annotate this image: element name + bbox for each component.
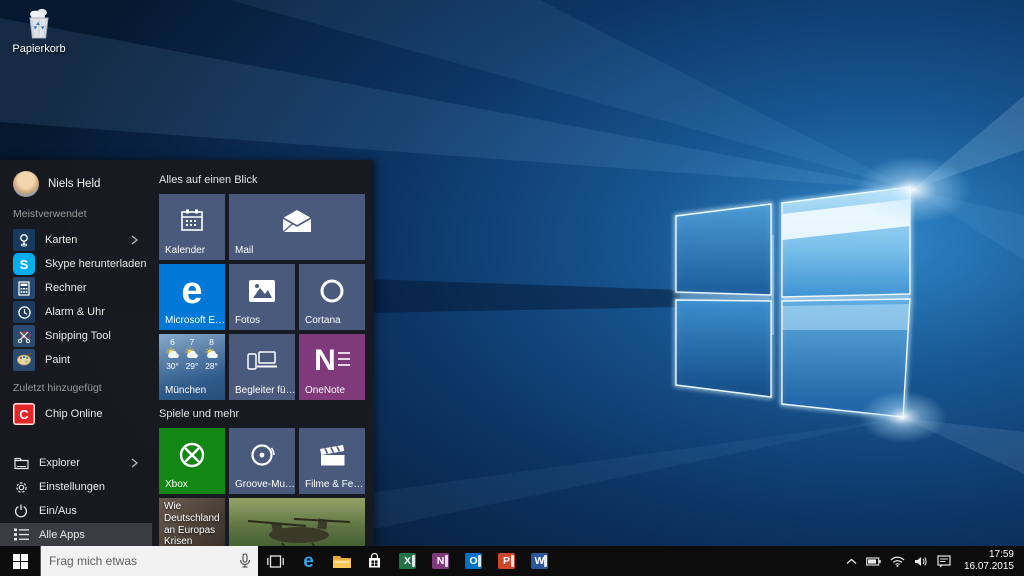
calendar-icon	[159, 194, 225, 248]
photos-icon	[229, 264, 295, 318]
news-headline: Wie Deutschland an Europas Krisen verdie…	[164, 501, 221, 546]
start-button[interactable]	[0, 546, 40, 576]
menu-item-alarm[interactable]: Alarm & Uhr	[13, 300, 152, 324]
start-menu-left-column: Niels Held Meistverwendet Karten S Skype…	[0, 160, 152, 546]
recycle-bin-label: Papierkorb	[6, 43, 72, 55]
skype-icon: S	[13, 253, 35, 275]
gear-icon	[13, 480, 29, 495]
helicopter-photo	[229, 498, 365, 546]
battery-icon[interactable]	[866, 557, 881, 566]
menu-item-power[interactable]: Ein/Aus	[13, 499, 152, 523]
taskbar: e X N O P W	[0, 546, 1024, 576]
taskbar-powerpoint[interactable]: P	[490, 546, 523, 576]
all-apps-icon	[13, 528, 29, 541]
windows-desktop: Papierkorb Niels Held Meistverwendet Kar…	[0, 0, 1024, 576]
sun-cloud-icon	[204, 347, 220, 360]
menu-item-chip-online[interactable]: C Chip Online	[13, 402, 152, 426]
taskbar-clock[interactable]: 17:59 16.07.2015	[964, 549, 1014, 574]
tile-kalender[interactable]: Kalender	[159, 194, 225, 260]
maps-icon	[13, 229, 35, 251]
volume-icon[interactable]	[914, 556, 928, 567]
tile-weather-muenchen[interactable]: 6 30° 7 29° 8 28°	[159, 334, 225, 400]
user-name: Niels Held	[48, 178, 100, 190]
tile-section-header-2: Spiele und mehr	[159, 408, 365, 422]
tile-filme[interactable]: Filme & Ferns...	[299, 428, 365, 494]
tile-groove-musik[interactable]: Groove-Musik	[229, 428, 295, 494]
search-input[interactable]	[41, 553, 231, 569]
word-icon: W	[531, 553, 548, 569]
calculator-icon	[13, 277, 35, 299]
powerpoint-icon: P	[498, 553, 515, 569]
section-recently-added: Zuletzt hinzugefügt	[13, 382, 152, 396]
menu-item-skype[interactable]: S Skype herunterladen	[13, 252, 152, 276]
wifi-icon[interactable]	[890, 556, 905, 567]
phone-laptop-icon	[229, 334, 295, 388]
task-view-button[interactable]	[258, 546, 292, 576]
clapperboard-icon	[299, 428, 365, 482]
menu-item-einstellungen[interactable]: Einstellungen	[13, 475, 152, 499]
start-menu: Niels Held Meistverwendet Karten S Skype…	[0, 160, 374, 546]
edge-icon: e	[303, 552, 314, 571]
excel-icon: X	[399, 553, 416, 569]
chip-online-icon: C	[13, 403, 35, 425]
taskbar-store[interactable]	[358, 546, 391, 576]
onenote-icon: N	[432, 553, 449, 569]
taskbar-edge[interactable]: e	[292, 546, 325, 576]
outlook-icon: O	[465, 553, 482, 569]
scissors-icon	[13, 325, 35, 347]
microphone-icon[interactable]	[239, 553, 251, 569]
tile-microsoft-edge[interactable]: e Microsoft Edge	[159, 264, 225, 330]
tile-section-header-1: Alles auf einen Blick	[159, 174, 365, 188]
sun-cloud-icon	[184, 347, 200, 360]
user-avatar	[13, 171, 39, 197]
tray-expand-chevron[interactable]	[846, 558, 857, 565]
chevron-right-icon	[131, 235, 138, 245]
tile-cortana[interactable]: Cortana	[299, 264, 365, 330]
tile-xbox[interactable]: Xbox	[159, 428, 225, 494]
folder-icon	[333, 554, 351, 568]
recycle-bin[interactable]: Papierkorb	[6, 6, 72, 55]
weather-forecast: 6 30° 7 29° 8 28°	[163, 337, 221, 371]
taskbar-word[interactable]: W	[523, 546, 556, 576]
taskbar-file-explorer[interactable]	[325, 546, 358, 576]
menu-item-alle-apps[interactable]: Alle Apps	[0, 523, 152, 546]
menu-item-snipping-tool[interactable]: Snipping Tool	[13, 324, 152, 348]
search-box[interactable]	[40, 546, 258, 576]
clock-date: 16.07.2015	[964, 561, 1014, 574]
tile-onenote[interactable]: N OneNote	[299, 334, 365, 400]
user-account[interactable]: Niels Held	[13, 170, 152, 198]
paint-palette-icon	[13, 349, 35, 371]
edge-icon: e	[159, 264, 225, 318]
taskbar-onenote[interactable]: N	[424, 546, 457, 576]
mail-icon	[229, 194, 365, 248]
store-bag-icon	[367, 553, 382, 569]
recycle-bin-icon	[6, 6, 72, 42]
menu-item-explorer[interactable]: Explorer	[13, 451, 152, 475]
power-icon	[13, 504, 29, 518]
menu-item-rechner[interactable]: Rechner	[13, 276, 152, 300]
taskbar-excel[interactable]: X	[391, 546, 424, 576]
groove-icon	[229, 428, 295, 482]
windows-logo-icon	[13, 554, 28, 569]
cortana-icon	[299, 264, 365, 318]
section-most-used: Meistverwendet	[13, 208, 152, 222]
folder-icon	[13, 457, 29, 470]
onenote-icon: N	[299, 334, 365, 388]
chevron-right-icon	[131, 458, 138, 468]
tile-fotos[interactable]: Fotos	[229, 264, 295, 330]
tile-news-photo[interactable]	[229, 498, 365, 546]
clock-icon	[13, 301, 35, 323]
tile-news[interactable]: Wie Deutschland an Europas Krisen verdie…	[159, 498, 225, 546]
taskbar-outlook[interactable]: O	[457, 546, 490, 576]
menu-item-karten[interactable]: Karten	[13, 228, 152, 252]
menu-item-paint[interactable]: Paint	[13, 348, 152, 372]
tile-mail[interactable]: Mail	[229, 194, 365, 260]
start-menu-tiles: Alles auf einen Blick Kalender Mail	[159, 160, 365, 546]
action-center-icon[interactable]	[937, 555, 951, 568]
clock-time: 17:59	[964, 549, 1014, 562]
sun-cloud-icon	[165, 347, 181, 360]
system-tray: 17:59 16.07.2015	[846, 549, 1024, 574]
xbox-icon	[159, 428, 225, 482]
tile-begleiter[interactable]: Begleiter für T...	[229, 334, 295, 400]
